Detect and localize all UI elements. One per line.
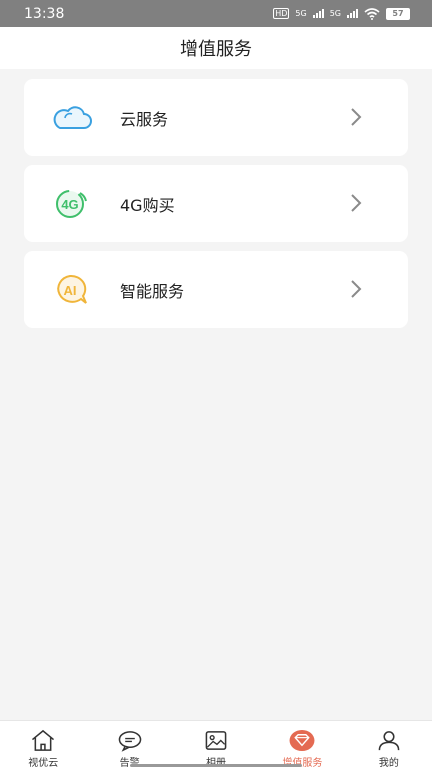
ai-icon: AI xyxy=(57,274,87,304)
person-icon xyxy=(378,731,400,751)
home-icon xyxy=(32,729,55,751)
4g-icon: 4G xyxy=(56,190,87,218)
chat-bubble-icon xyxy=(118,731,141,752)
tab-mine[interactable]: 我的 xyxy=(346,721,432,769)
service-label-4g: 4G购买 xyxy=(120,195,175,215)
network-5g-label-2: 5G xyxy=(329,9,341,18)
home-indicator[interactable] xyxy=(130,764,302,767)
service-card-cloud[interactable]: 云服务 xyxy=(24,79,408,156)
page-title: 增值服务 xyxy=(180,39,252,60)
battery-icon: 57 xyxy=(386,7,410,20)
title-bar: 增值服务 xyxy=(0,27,432,69)
network-5g-label-1: 5G xyxy=(295,9,307,18)
service-label-ai: 智能服务 xyxy=(120,281,185,301)
status-bar: 13:38 HD 5G 5G 57 xyxy=(0,0,432,27)
chevron-right-icon xyxy=(351,108,362,126)
svg-text:4G: 4G xyxy=(61,197,78,212)
diamond-heart-icon xyxy=(289,729,315,752)
bottom-tab-bar: 视优云 告警 相册 增值服务 我的 xyxy=(0,720,432,769)
chevron-right-icon xyxy=(351,194,362,212)
service-label-cloud: 云服务 xyxy=(120,109,169,129)
hd-badge: HD xyxy=(273,8,290,19)
image-icon xyxy=(205,731,227,750)
tab-home[interactable]: 视优云 xyxy=(0,721,86,769)
service-card-4g[interactable]: 4G 4G购买 xyxy=(24,165,408,242)
signal-icon-2 xyxy=(347,9,358,18)
tab-alerts[interactable]: 告警 xyxy=(86,721,172,769)
tab-label-mine: 我的 xyxy=(378,758,399,769)
cloud-icon xyxy=(53,106,92,129)
chevron-right-icon xyxy=(351,280,362,298)
service-card-ai[interactable]: AI 智能服务 xyxy=(24,251,408,328)
signal-icon-1 xyxy=(312,9,324,18)
status-icons: HD 5G 5G 57 xyxy=(273,7,410,20)
wifi-icon xyxy=(364,7,380,20)
tab-label-home: 视优云 xyxy=(28,758,59,769)
status-time: 13:38 xyxy=(24,5,65,22)
svg-text:AI: AI xyxy=(64,283,77,298)
tab-value-added[interactable]: 增值服务 xyxy=(259,721,345,769)
tab-album[interactable]: 相册 xyxy=(173,721,259,769)
